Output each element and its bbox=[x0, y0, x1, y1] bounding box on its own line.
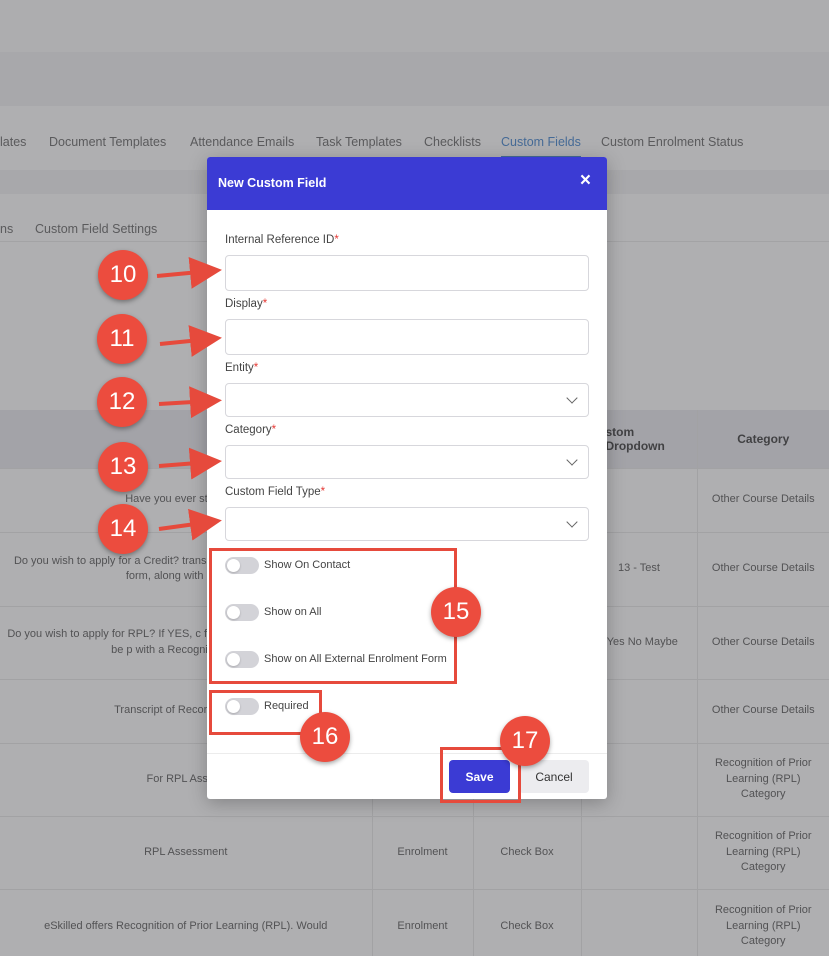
step-badge-11: 11 bbox=[97, 314, 147, 364]
arrow-12 bbox=[158, 386, 222, 419]
step-badge-13: 13 bbox=[98, 442, 148, 492]
step-badge-16: 16 bbox=[300, 712, 350, 762]
step-badge-15: 15 bbox=[431, 587, 481, 637]
highlight-box-15 bbox=[209, 548, 457, 684]
step-badge-12: 12 bbox=[97, 377, 147, 427]
step-badge-14: 14 bbox=[98, 504, 148, 554]
arrow-13 bbox=[158, 447, 222, 480]
arrow-14 bbox=[158, 508, 222, 541]
step-badge-17: 17 bbox=[500, 716, 550, 766]
arrow-11 bbox=[159, 325, 222, 357]
step-badge-10: 10 bbox=[98, 250, 148, 300]
arrow-10 bbox=[156, 256, 222, 289]
